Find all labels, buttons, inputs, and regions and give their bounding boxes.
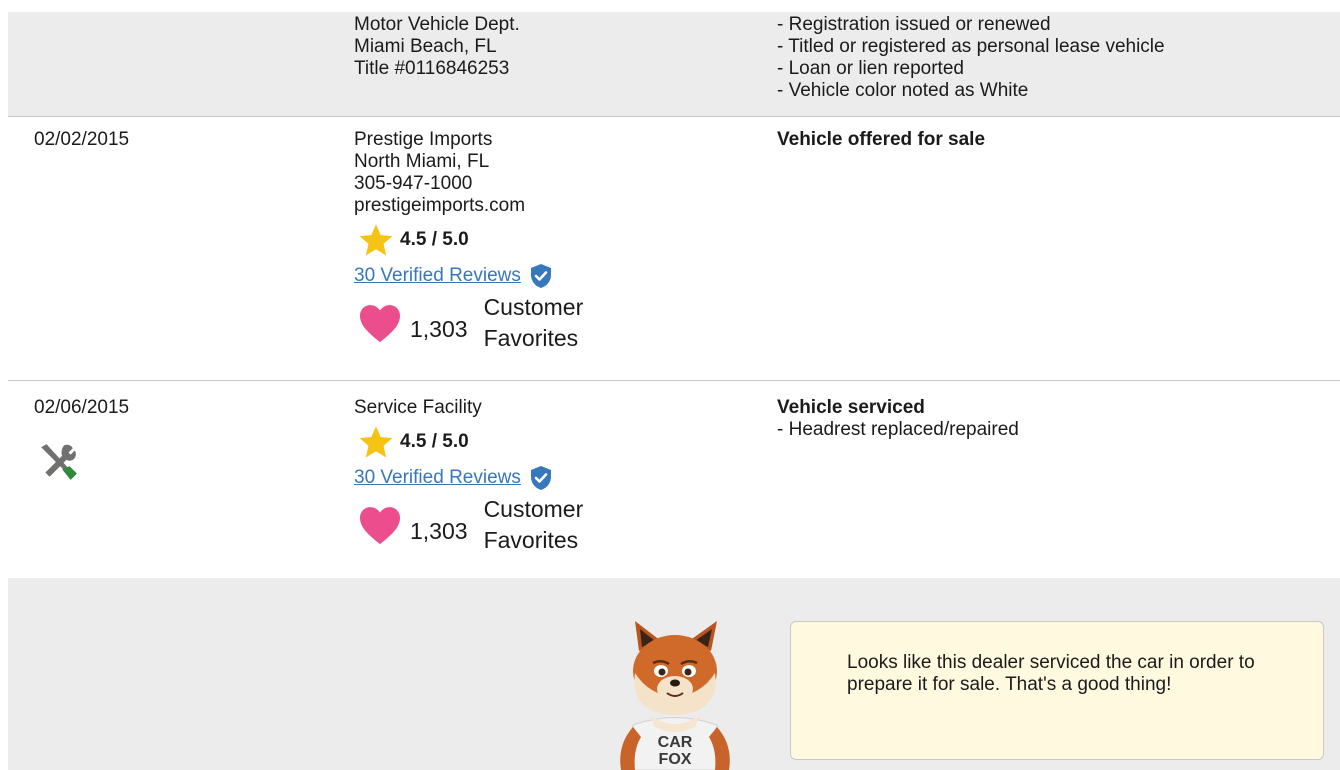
source-line: Motor Vehicle Dept. — [354, 14, 520, 35]
heart-icon — [360, 507, 400, 545]
service-tools-icon — [41, 444, 77, 480]
dealer-location: North Miami, FL — [354, 151, 490, 172]
reviews-row: 30 Verified Reviews — [354, 463, 583, 493]
source-cell: Service Facility 4.5 / 5.0 30 Verified R… — [354, 397, 583, 557]
history-row: 02/02/2015 Prestige Imports North Miami,… — [8, 117, 1340, 381]
verified-shield-icon — [530, 264, 551, 288]
customer-favorites: 1,303 Customer Favorites — [354, 493, 583, 557]
comment-line: - Headrest replaced/repaired — [777, 419, 1019, 440]
comments-cell: Vehicle offered for sale — [777, 129, 985, 151]
dealer-rating: 4.5 / 5.0 — [354, 423, 583, 461]
star-icon — [359, 426, 393, 458]
reviews-row: 30 Verified Reviews — [354, 261, 583, 291]
source-cell: Prestige Imports North Miami, FL 305-947… — [354, 129, 583, 355]
comment-line: - Loan or lien reported — [777, 58, 964, 79]
favorites-label-line: Customer — [483, 294, 584, 320]
mascot-shirt-text: CAR — [658, 734, 693, 751]
dealer-rating: 4.5 / 5.0 — [354, 221, 583, 259]
verified-shield-icon — [530, 466, 551, 490]
dealer-name: Service Facility — [354, 397, 482, 418]
tip-bubble: Looks like this dealer serviced the car … — [790, 621, 1324, 760]
comment-line: - Titled or registered as personal lease… — [777, 36, 1165, 57]
dealer-name: Prestige Imports — [354, 129, 493, 150]
dealer-phone: 305-947-1000 — [354, 173, 473, 194]
favorites-count: 1,303 — [410, 518, 468, 544]
vehicle-history-page: Motor Vehicle Dept. Miami Beach, FL Titl… — [0, 0, 1340, 770]
comment-line: - Vehicle color noted as White — [777, 80, 1029, 101]
rating-value: 4.5 / 5.0 — [400, 229, 469, 250]
favorites-label: Customer Favorites — [484, 494, 584, 556]
tip-text: Looks like this dealer serviced the car … — [847, 652, 1255, 695]
favorites-count: 1,303 — [410, 316, 468, 342]
comment-title: Vehicle serviced — [777, 397, 925, 418]
rating-value: 4.5 / 5.0 — [400, 431, 469, 452]
verified-reviews-link[interactable]: 30 Verified Reviews — [354, 265, 521, 287]
favorites-label: Customer Favorites — [484, 292, 584, 354]
dealer-website: prestigeimports.com — [354, 195, 526, 216]
favorites-label-line: Favorites — [483, 325, 579, 351]
star-icon — [359, 224, 393, 256]
customer-favorites: 1,303 Customer Favorites — [354, 291, 583, 355]
history-row: 02/06/2015 Service Facility 4.5 / 5.0 30… — [8, 381, 1340, 578]
comment-title: Vehicle offered for sale — [777, 129, 986, 150]
verified-reviews-link[interactable]: 30 Verified Reviews — [354, 467, 521, 489]
comments-cell: - Registration issued or renewed - Title… — [777, 14, 1165, 102]
source-line: Title #0116846253 — [354, 58, 510, 79]
record-date: 02/06/2015 — [34, 397, 130, 418]
source-line: Miami Beach, FL — [354, 36, 497, 57]
history-row: Motor Vehicle Dept. Miami Beach, FL Titl… — [8, 12, 1340, 117]
comments-cell: Vehicle serviced - Headrest replaced/rep… — [777, 397, 1019, 441]
heart-icon — [360, 305, 400, 343]
mascot-shirt-text: FOX — [659, 751, 692, 768]
carfox-mascot: CAR FOX — [620, 621, 730, 770]
comment-line: - Registration issued or renewed — [777, 14, 1051, 35]
source-cell: Motor Vehicle Dept. Miami Beach, FL Titl… — [354, 14, 520, 80]
favorites-label-line: Customer — [483, 496, 584, 522]
favorites-label-line: Favorites — [483, 527, 579, 553]
carfox-tip-section: CAR FOX Looks like this dealer serviced … — [8, 578, 1340, 770]
record-date: 02/02/2015 — [34, 129, 130, 150]
